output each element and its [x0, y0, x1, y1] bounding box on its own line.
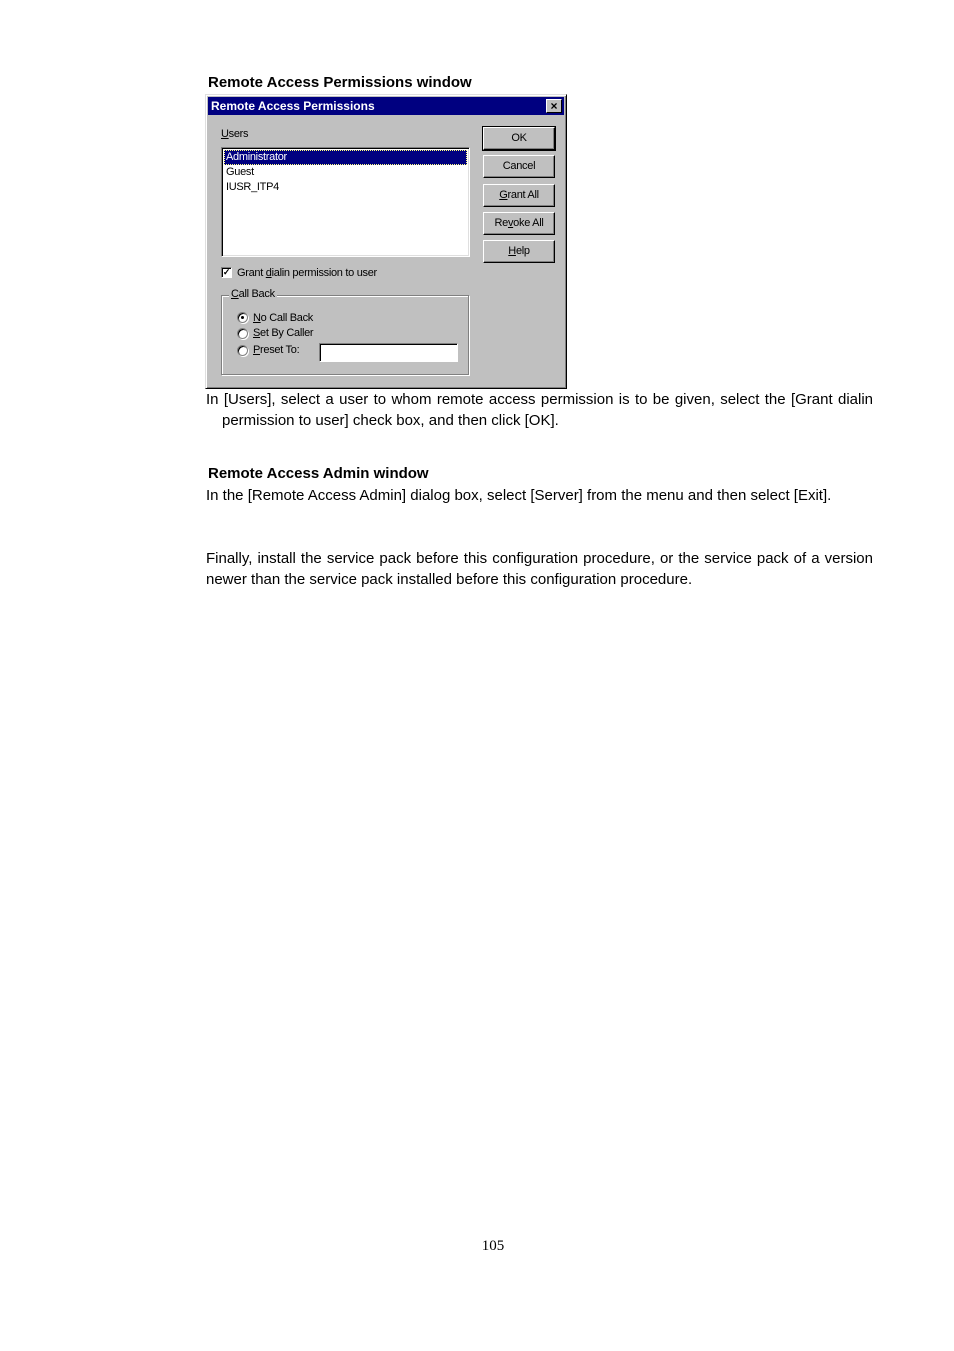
callback-group-title: Call Back	[229, 288, 277, 300]
list-item-administrator[interactable]: Administrator	[224, 150, 467, 165]
remote-access-permissions-dialog: Remote Access Permissions × Users Admini…	[205, 94, 567, 389]
help-label: elp	[515, 245, 530, 257]
revoke-all-button[interactable]: Revoke All	[483, 212, 555, 235]
set-by-caller-rest: et By Caller	[260, 327, 314, 339]
grant-all-mnemonic: G	[499, 189, 508, 201]
close-icon[interactable]: ×	[546, 99, 562, 113]
ok-label: OK	[511, 132, 527, 144]
section-heading-admin: Remote Access Admin window	[208, 465, 429, 482]
preset-to-radio[interactable]	[237, 345, 248, 356]
preset-to-mnemonic: P	[253, 344, 261, 356]
section-heading-permissions: Remote Access Permissions window	[208, 74, 472, 91]
callback-title-rest: all Back	[238, 288, 275, 300]
no-callback-mnemonic: N	[253, 312, 261, 324]
list-item-iusr-itp4[interactable]: IUSR_ITP4	[224, 180, 467, 195]
cancel-button[interactable]: Cancel	[483, 155, 555, 178]
grant-all-button[interactable]: Grant All	[483, 184, 555, 207]
users-label-rest: sers	[228, 128, 249, 140]
grant-dialin-label[interactable]: Grant dialin permission to user	[237, 267, 377, 279]
users-label: Users	[221, 128, 249, 140]
help-mnemonic: H	[508, 245, 516, 257]
revoke-all-post: oke All	[513, 217, 544, 229]
cancel-label: Cancel	[502, 160, 536, 172]
admin-instruction-text: In the [Remote Access Admin] dialog box,…	[206, 487, 832, 504]
users-label-mnemonic: U	[221, 128, 229, 140]
grant-dialin-post: ialin permission to user	[271, 267, 378, 279]
set-by-caller-mnemonic: S	[253, 327, 261, 339]
grant-all-label: rant All	[507, 189, 540, 201]
callback-groupbox: Call Back No Call Back Set By Caller Pre…	[221, 288, 469, 375]
check-icon: ✓	[222, 267, 231, 277]
permissions-instruction-text: In [Users], select a user to whom remote…	[206, 391, 873, 429]
grant-dialin-checkbox[interactable]: ✓	[221, 267, 232, 278]
preset-to-rest: reset To:	[260, 344, 300, 356]
final-note: Finally, install the service pack before…	[206, 550, 873, 588]
help-button[interactable]: Help	[483, 240, 555, 263]
page-number: 105	[481, 1238, 505, 1254]
admin-instruction: In the [Remote Access Admin] dialog box,…	[206, 485, 873, 506]
grant-dialin-pre: Grant	[237, 267, 266, 279]
users-listbox[interactable]: Administrator Guest IUSR_ITP4	[221, 147, 470, 257]
no-callback-rest: o Call Back	[260, 312, 314, 324]
dialog-titlebar: Remote Access Permissions ×	[208, 97, 564, 115]
permissions-instruction: In [Users], select a user to whom remote…	[206, 389, 873, 431]
callback-title-mnemonic: C	[231, 288, 239, 300]
no-callback-radio[interactable]	[237, 312, 248, 323]
dialog-title: Remote Access Permissions	[211, 99, 375, 113]
ok-button[interactable]: OK	[482, 126, 556, 151]
set-by-caller-label[interactable]: Set By Caller	[253, 327, 314, 339]
no-callback-label[interactable]: No Call Back	[253, 312, 313, 324]
list-item-guest[interactable]: Guest	[224, 165, 467, 180]
set-by-caller-radio[interactable]	[237, 328, 248, 339]
preset-to-label[interactable]: Preset To:	[253, 344, 300, 356]
revoke-all-pre: Re	[494, 217, 509, 229]
preset-number-input[interactable]	[319, 343, 458, 362]
